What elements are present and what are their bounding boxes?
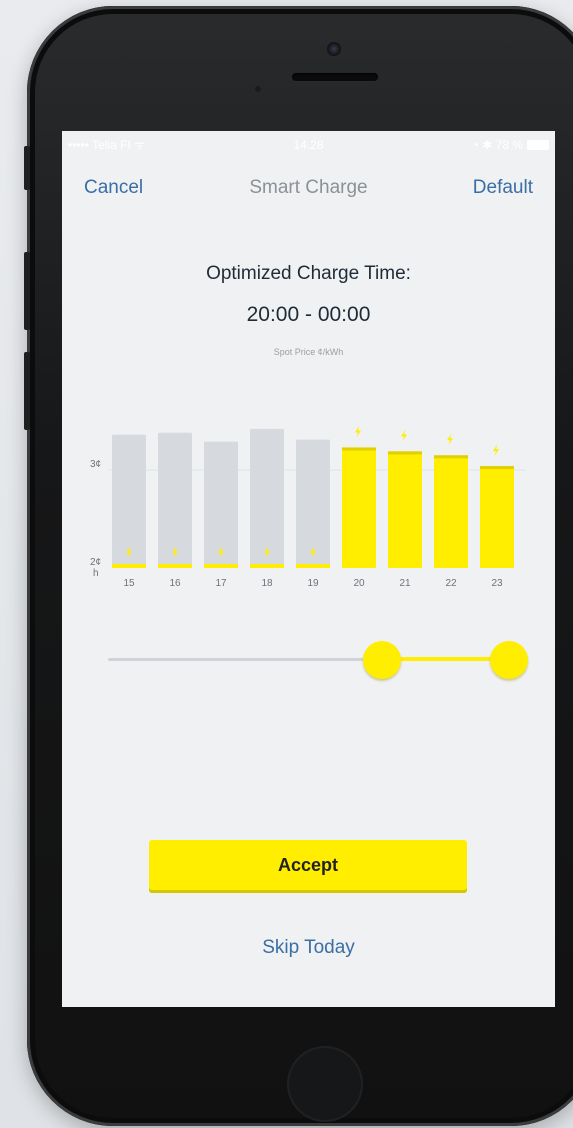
slider-start-handle[interactable] <box>362 641 401 679</box>
volume-down-button <box>24 352 30 430</box>
mute-switch <box>24 146 30 190</box>
price-bar-charging <box>388 451 422 568</box>
x-tick-label: 18 <box>261 578 273 589</box>
price-bar-base-marker <box>296 564 330 568</box>
price-bar-base-marker <box>158 564 192 568</box>
price-bar <box>250 428 284 568</box>
x-tick-label: 22 <box>445 578 457 589</box>
price-bar-charging-top-edge <box>480 466 514 470</box>
x-tick-label: 19 <box>307 578 319 589</box>
charge-time-range: 20:00 - 00:00 <box>246 303 371 326</box>
spot-price-unit-label: Spot Price ¢/kWh <box>273 347 344 357</box>
default-button[interactable]: Default <box>473 177 533 199</box>
status-right: ◔ ✱ 78 % <box>472 131 549 159</box>
charging-bolt-icon <box>493 444 499 457</box>
price-bar-charging-top-edge <box>388 451 422 455</box>
app-screen: ••••• Telia FI ᯤ 14.28 ◔ ✱ 78 % Cancel S… <box>62 131 555 1007</box>
home-button[interactable] <box>287 1046 363 1122</box>
price-bar-charging <box>434 455 468 568</box>
status-bar: ••••• Telia FI ᯤ 14.28 ◔ ✱ 78 % <box>62 131 555 159</box>
y-tick-label: 2¢ <box>90 557 101 568</box>
optimized-charge-heading: Optimized Charge Time: <box>206 263 411 284</box>
volume-up-button <box>24 252 30 330</box>
x-tick-label: 23 <box>491 578 503 589</box>
battery-icon <box>527 140 549 150</box>
slider-end-handle[interactable] <box>490 641 528 679</box>
charging-bolt-icon <box>355 425 361 438</box>
front-camera-icon <box>327 42 341 56</box>
x-tick-label: 16 <box>169 578 181 589</box>
proximity-sensor <box>255 86 261 92</box>
price-bar <box>112 434 146 568</box>
spot-price-chart: 2¢ 3¢ h 15 16 17 18 19 20 21 22 23 <box>90 425 526 589</box>
skip-today-link[interactable]: Skip Today <box>62 937 555 959</box>
price-bar-charging <box>342 447 376 568</box>
y-tick-label: 3¢ <box>90 459 101 470</box>
x-tick-label: 15 <box>123 578 135 589</box>
accept-button[interactable]: Accept <box>149 840 467 890</box>
charge-time-slider[interactable] <box>108 641 528 681</box>
charging-bolt-icon <box>401 429 407 442</box>
price-bar-base-marker <box>204 564 238 568</box>
x-tick-label: 21 <box>399 578 411 589</box>
price-bar-charging <box>480 466 514 568</box>
price-bar-base-marker <box>250 564 284 568</box>
price-bar-charging-top-edge <box>342 447 376 451</box>
price-bar <box>158 432 192 568</box>
charging-bolt-icon <box>447 433 453 446</box>
x-tick-label: 20 <box>353 578 365 589</box>
status-indicators: ◔ ✱ 78 % <box>471 138 523 152</box>
navigation-bar: Cancel Smart Charge Default <box>62 171 555 205</box>
price-bar-charging-top-edge <box>434 455 468 459</box>
x-tick-label: 17 <box>215 578 227 589</box>
earpiece-speaker <box>292 73 378 81</box>
price-bar-base-marker <box>112 564 146 568</box>
x-axis-label: h <box>93 568 99 579</box>
